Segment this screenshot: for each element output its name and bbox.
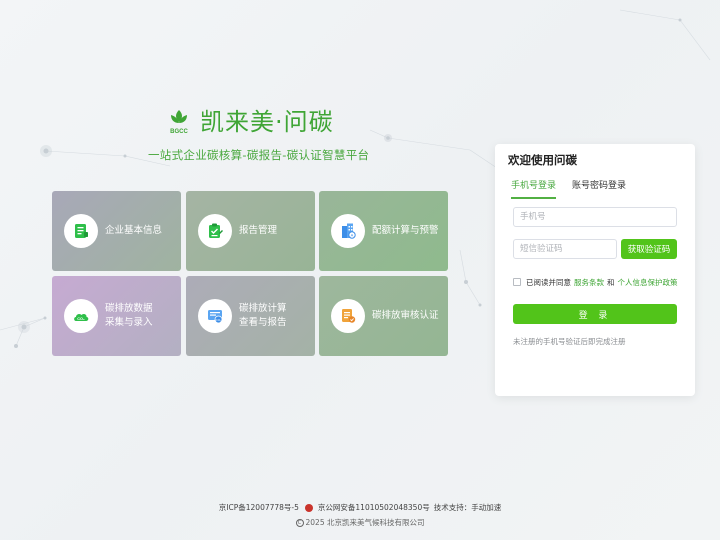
brand-slogan: 一站式企业碳核算-碳报告-碳认证智慧平台 [148, 148, 370, 162]
tile-label: 碳排放计算 [239, 303, 287, 314]
brand-header: BGCC 凯来美·问碳 [166, 106, 334, 138]
tile-label: 采集与录入 [105, 317, 153, 328]
tile-label: 报告管理 [239, 225, 278, 236]
register-hint: 未注册的手机号验证后即完成注册 [513, 337, 626, 346]
copyright-icon: C [295, 519, 304, 527]
company-info-icon [64, 214, 98, 248]
police-badge-icon [304, 504, 313, 512]
phone-input[interactable] [513, 207, 677, 227]
tile-emission-calc[interactable]: CO₂ 碳排放计算查看与报告 [186, 276, 315, 356]
login-card: 欢迎使用问碳 手机号登录 账号密码登录 获取验证码 已阅读并同意 服务条款 和 … [495, 144, 695, 396]
feature-tiles: 企业基本信息 报告管理 A 配额计算与预警 CO₂ 碳排放数据采集与录入 CO₂… [52, 191, 448, 357]
tile-label: 碳排放审核认证 [372, 310, 439, 321]
login-button[interactable]: 登 录 [513, 304, 677, 324]
tile-report-management[interactable]: 报告管理 [186, 191, 315, 271]
report-clipboard-icon [198, 214, 232, 248]
privacy-link[interactable]: 个人信息保护政策 [618, 277, 678, 288]
tile-label: 配额计算与预警 [372, 225, 439, 236]
login-title: 欢迎使用问碳 [508, 153, 577, 167]
police-record-link[interactable]: 京公网安备11010502048350号 [318, 502, 430, 514]
tile-emission-data[interactable]: CO₂ 碳排放数据采集与录入 [52, 276, 181, 356]
tab-account-login[interactable]: 账号密码登录 [572, 178, 626, 200]
co2-cloud-icon: CO₂ [64, 299, 98, 333]
svg-text:CO₂: CO₂ [77, 317, 85, 321]
svg-text:BGCC: BGCC [170, 129, 188, 135]
terms-link[interactable]: 服务条款 [574, 277, 604, 288]
tile-label: 查看与报告 [239, 317, 287, 328]
agree-text: 已阅读并同意 [526, 277, 571, 287]
sms-code-input[interactable] [513, 239, 617, 259]
login-tabs: 手机号登录 账号密码登录 [511, 178, 681, 200]
tile-company-info[interactable]: 企业基本信息 [52, 191, 181, 271]
icp-link[interactable]: 京ICP备12007778号-5 [219, 502, 299, 514]
get-code-button[interactable]: 获取验证码 [621, 239, 677, 259]
audit-certificate-icon [331, 299, 365, 333]
footer-copyright: C 2025 北京凯来美气候科技有限公司 [0, 517, 720, 529]
svg-text:A: A [351, 233, 354, 238]
tile-quota-calc[interactable]: A 配额计算与预警 [319, 191, 448, 271]
agree-checkbox[interactable] [513, 278, 521, 286]
quota-building-icon: A [331, 214, 365, 248]
bgcc-logo: BGCC [170, 110, 188, 135]
tech-support: 技术支持：手动加速 [433, 503, 502, 512]
copyright-text: 2025 北京凯来美气候科技有限公司 [305, 518, 425, 527]
tile-label: 碳排放数据 [105, 303, 153, 314]
brand-name: 凯来美·问碳 [200, 108, 334, 136]
svg-text:CO₂: CO₂ [216, 318, 223, 322]
tile-emission-audit[interactable]: 碳排放审核认证 [319, 276, 448, 356]
tab-phone-login[interactable]: 手机号登录 [511, 178, 557, 200]
agreement-row: 已阅读并同意 服务条款 和 个人信息保护政策 [513, 276, 681, 288]
and-text: 和 [607, 277, 615, 287]
tile-label: 企业基本信息 [105, 225, 163, 236]
footer-records: 京ICP备12007778号-5 京公网安备11010502048350号 技术… [0, 502, 720, 514]
carbon-calc-icon: CO₂ [198, 299, 232, 333]
